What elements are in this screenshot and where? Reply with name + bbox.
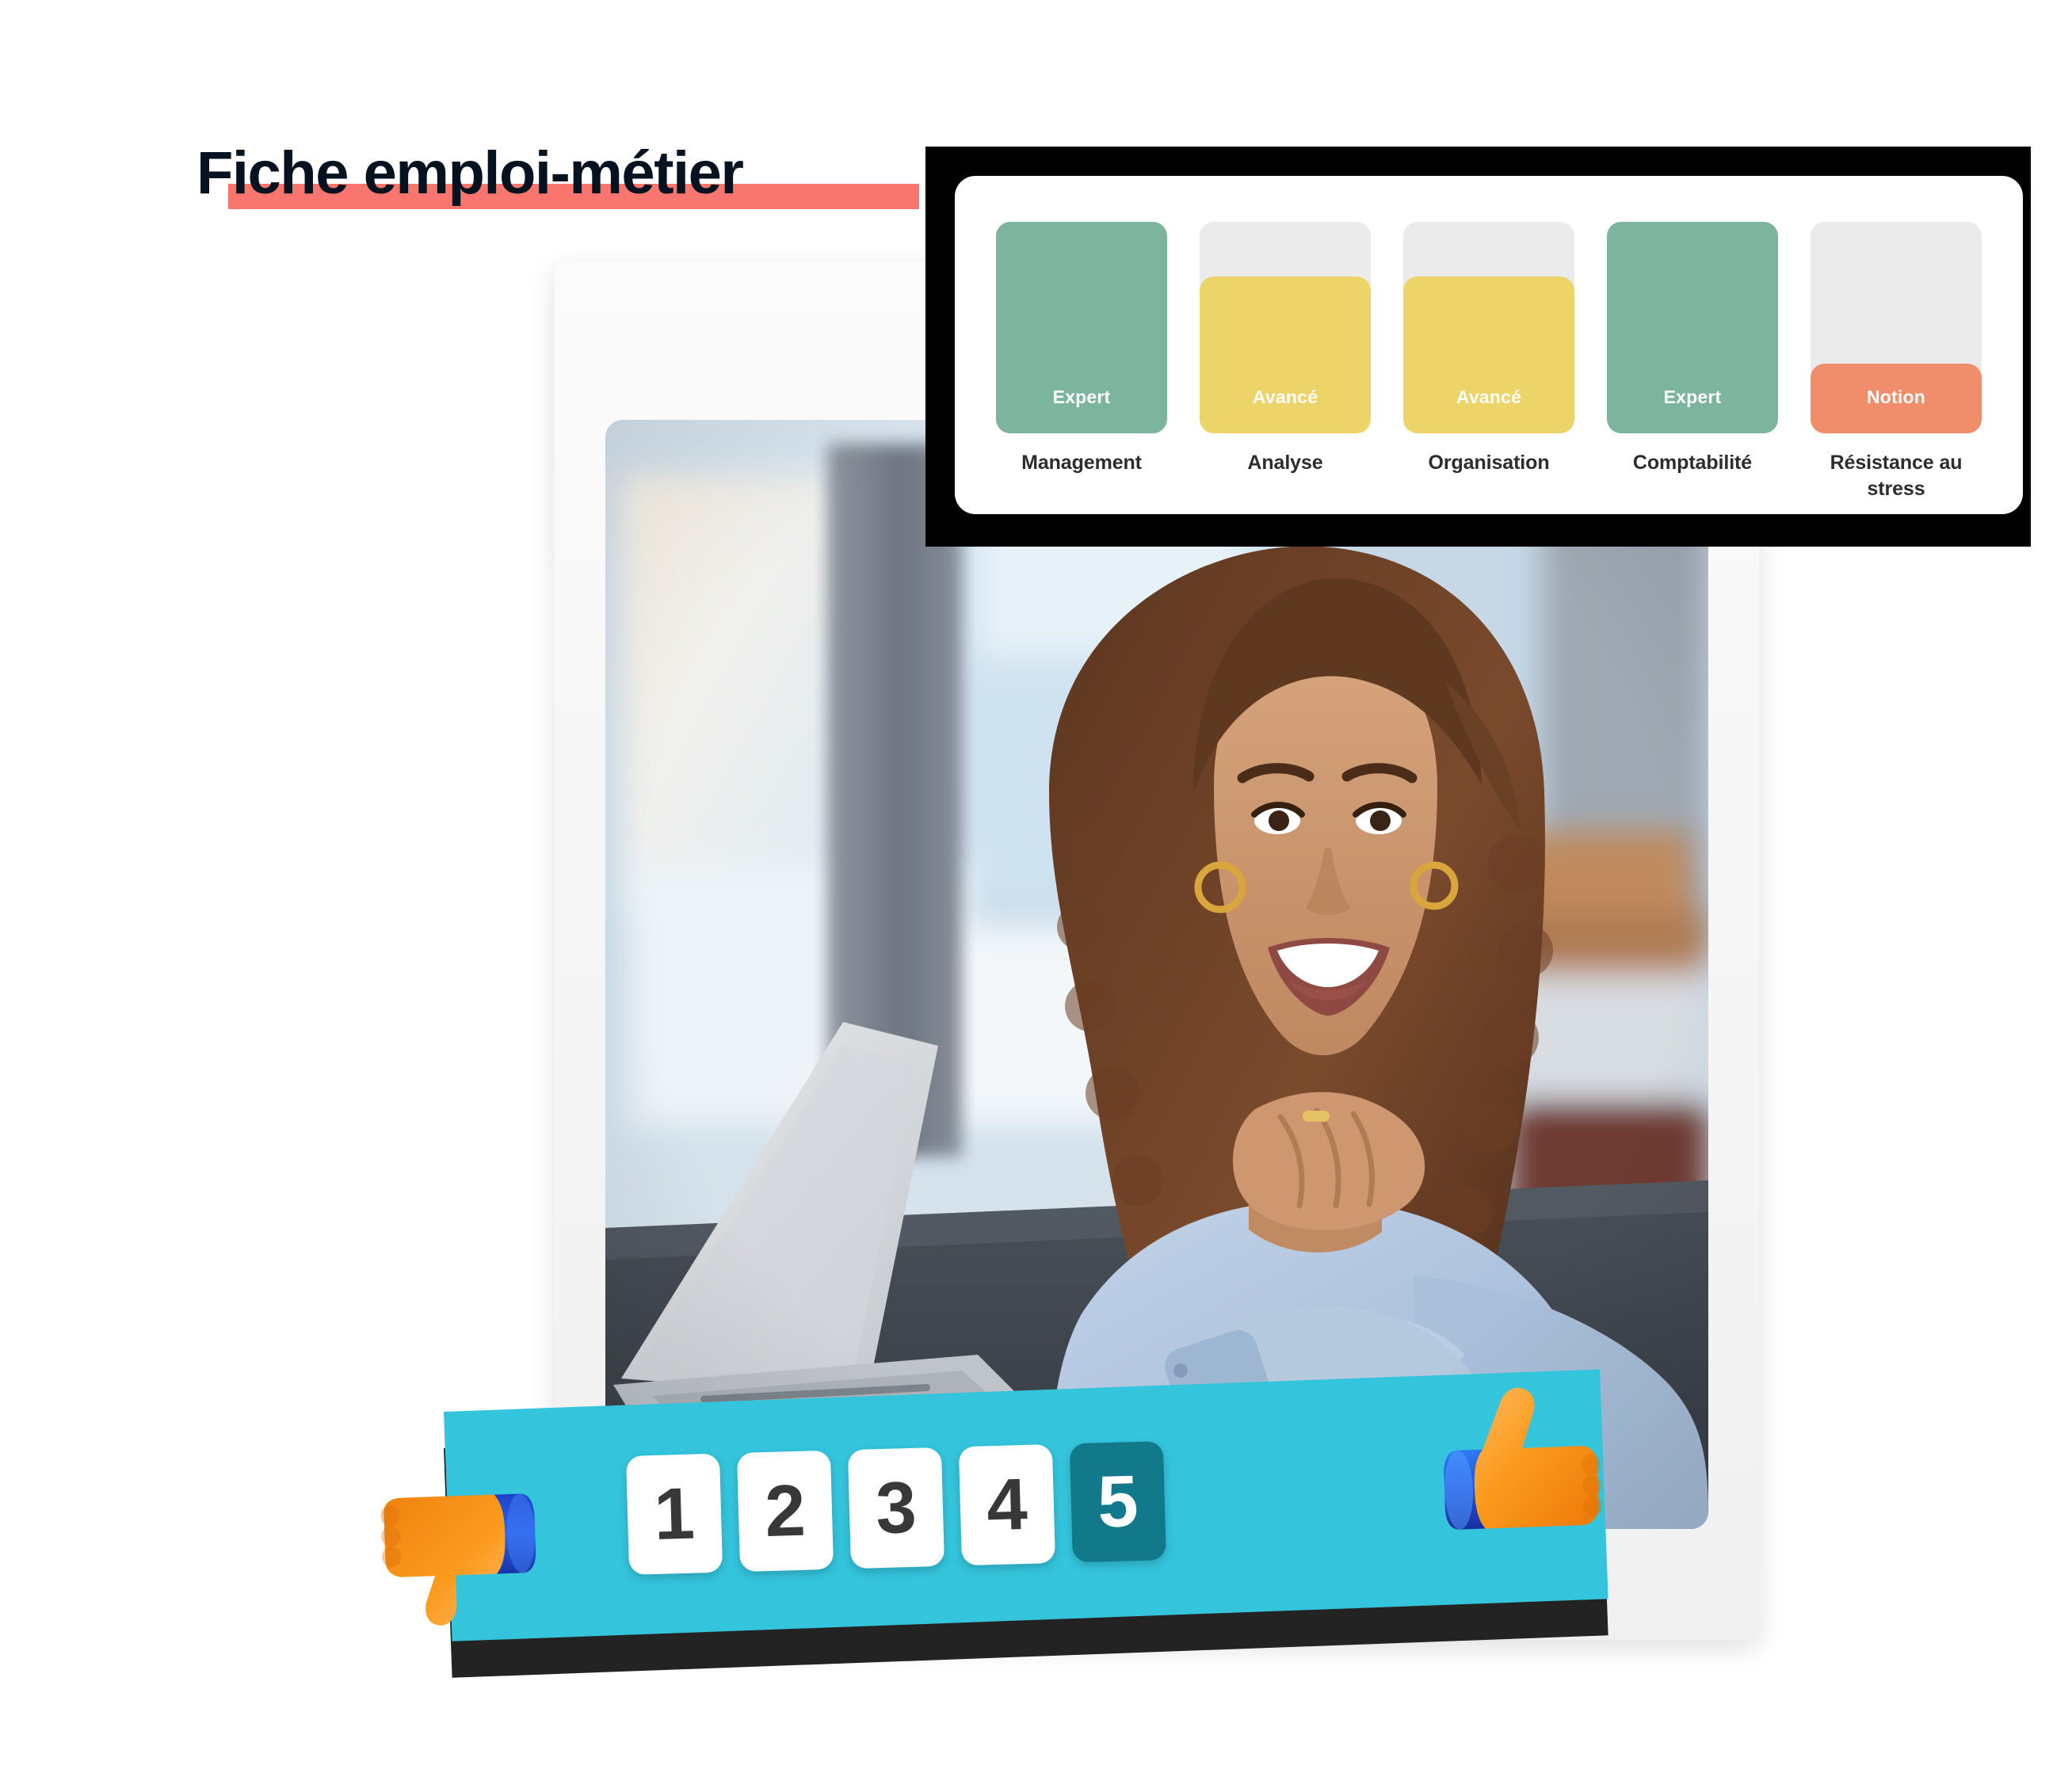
- skill-column-comptabilite[interactable]: Expert Comptabilité: [1607, 222, 1778, 502]
- thumbs-down-icon[interactable]: [376, 1461, 551, 1637]
- skills-bar-chart: Expert Management Avancé Analyse Avancé: [996, 222, 1982, 502]
- skill-fill: Expert: [996, 222, 1167, 433]
- photo-illustration: [605, 420, 1708, 1529]
- skill-fill: Avancé: [1403, 276, 1574, 433]
- skill-column-organisation[interactable]: Avancé Organisation: [1403, 222, 1574, 502]
- skill-column-resistance-au-stress[interactable]: Notion Résistance au stress: [1811, 222, 1982, 502]
- photo-image: [605, 420, 1708, 1529]
- thumbs-up-icon[interactable]: [1431, 1377, 1607, 1553]
- skill-fill: Notion: [1811, 363, 1982, 433]
- skill-track: Avancé: [1403, 222, 1574, 433]
- rating-option-1[interactable]: 1: [626, 1453, 723, 1575]
- rating-scale[interactable]: 1 2 3 4 5: [626, 1441, 1166, 1575]
- skill-track: Expert: [996, 222, 1167, 433]
- rating-option-2[interactable]: 2: [736, 1450, 834, 1573]
- skill-level-label: Avancé: [1252, 387, 1318, 407]
- skill-level-label: Avancé: [1456, 387, 1522, 407]
- page-title: Fiche emploi-métier: [197, 139, 744, 207]
- skill-name-label: Management: [1021, 452, 1142, 474]
- skill-fill: Avancé: [1200, 276, 1371, 433]
- skill-column-analyse[interactable]: Avancé Analyse: [1200, 222, 1371, 502]
- skill-track: Avancé: [1200, 222, 1371, 433]
- page-title-block: Fiche emploi-métier: [197, 136, 919, 231]
- skill-level-label: Notion: [1866, 387, 1925, 407]
- skill-column-management[interactable]: Expert Management: [996, 222, 1167, 502]
- skill-fill: Expert: [1607, 222, 1778, 433]
- skill-track: Notion: [1811, 222, 1982, 433]
- skill-level-label: Expert: [1663, 387, 1722, 407]
- rating-option-4[interactable]: 4: [958, 1443, 1055, 1566]
- skill-name-label: Analyse: [1247, 452, 1323, 474]
- skill-track: Expert: [1607, 222, 1778, 433]
- composition-canvas: Fiche emploi-métier Expert Management Av…: [0, 0, 2072, 1792]
- skill-name-label: Comptabilité: [1632, 452, 1753, 474]
- skill-name-label: Organisation: [1428, 452, 1550, 474]
- skill-level-label: Expert: [1052, 387, 1111, 407]
- skill-name-label: Résistance au stress: [1830, 452, 1963, 500]
- thumbs-up-glyph: [1444, 1387, 1602, 1530]
- rating-option-3[interactable]: 3: [847, 1447, 945, 1569]
- skills-card: Expert Management Avancé Analyse Avancé: [955, 176, 2023, 514]
- rating-option-5[interactable]: 5: [1069, 1441, 1166, 1563]
- thumbs-down-glyph: [380, 1493, 536, 1626]
